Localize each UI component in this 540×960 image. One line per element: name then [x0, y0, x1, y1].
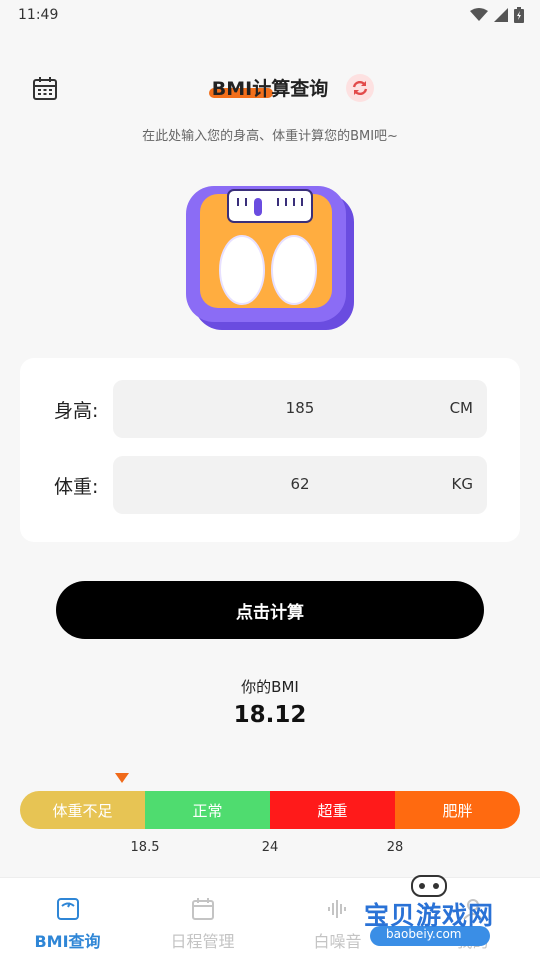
- watermark-logo: 宝贝游戏网 baobeiy.com: [364, 872, 514, 952]
- soundwave-icon: [325, 896, 351, 922]
- result-value: 18.12: [233, 702, 307, 728]
- bmi-indicator-icon: [115, 773, 129, 783]
- tick-label: 28: [386, 840, 404, 855]
- height-value: 185: [285, 399, 315, 417]
- height-input[interactable]: 185 CM: [113, 380, 487, 438]
- segment-normal: 正常: [145, 791, 270, 829]
- weight-value: 62: [290, 475, 310, 493]
- scale-icon: [55, 896, 81, 922]
- weight-unit: KG: [451, 475, 473, 493]
- height-row: 身高: 185 CM: [20, 380, 520, 438]
- header: BMI计算查询: [0, 60, 540, 120]
- weight-label: 体重:: [54, 476, 99, 498]
- height-label: 身高:: [54, 400, 99, 422]
- result-label: 你的BMI: [241, 678, 299, 696]
- segment-overweight: 超重: [270, 791, 395, 829]
- wifi-icon: [470, 8, 488, 21]
- battery-icon: [514, 7, 524, 23]
- calendar-icon: [190, 896, 216, 922]
- segment-obese: 肥胖: [395, 791, 520, 829]
- tab-bmi[interactable]: BMI查询: [0, 878, 135, 960]
- calculate-button[interactable]: 点击计算: [56, 581, 484, 639]
- tab-label: BMI查询: [34, 932, 101, 951]
- status-bar: 11:49: [0, 0, 540, 32]
- tab-label: 白噪音: [313, 932, 362, 951]
- status-icons: [470, 7, 524, 23]
- tab-label: 日程管理: [170, 932, 235, 951]
- weight-row: 体重: 62 KG: [20, 456, 520, 514]
- refresh-icon[interactable]: [346, 74, 374, 102]
- watermark-url: baobeiy.com: [386, 927, 462, 941]
- page-title: BMI计算查询: [211, 78, 329, 100]
- tab-schedule[interactable]: 日程管理: [135, 878, 270, 960]
- weight-input[interactable]: 62 KG: [113, 456, 487, 514]
- status-time: 11:49: [18, 7, 59, 23]
- segment-underweight: 体重不足: [20, 791, 145, 829]
- scale-illustration: [180, 180, 360, 335]
- input-card: 身高: 185 CM 体重: 62 KG: [20, 358, 520, 542]
- subtitle: 在此处输入您的身高、体重计算您的BMI吧~: [142, 129, 398, 144]
- height-unit: CM: [449, 399, 473, 417]
- tick-label: 24: [261, 840, 279, 855]
- bmi-scale-bar: 体重不足 正常 超重 肥胖: [20, 791, 520, 829]
- signal-icon: [494, 8, 508, 22]
- tick-label: 18.5: [130, 840, 160, 855]
